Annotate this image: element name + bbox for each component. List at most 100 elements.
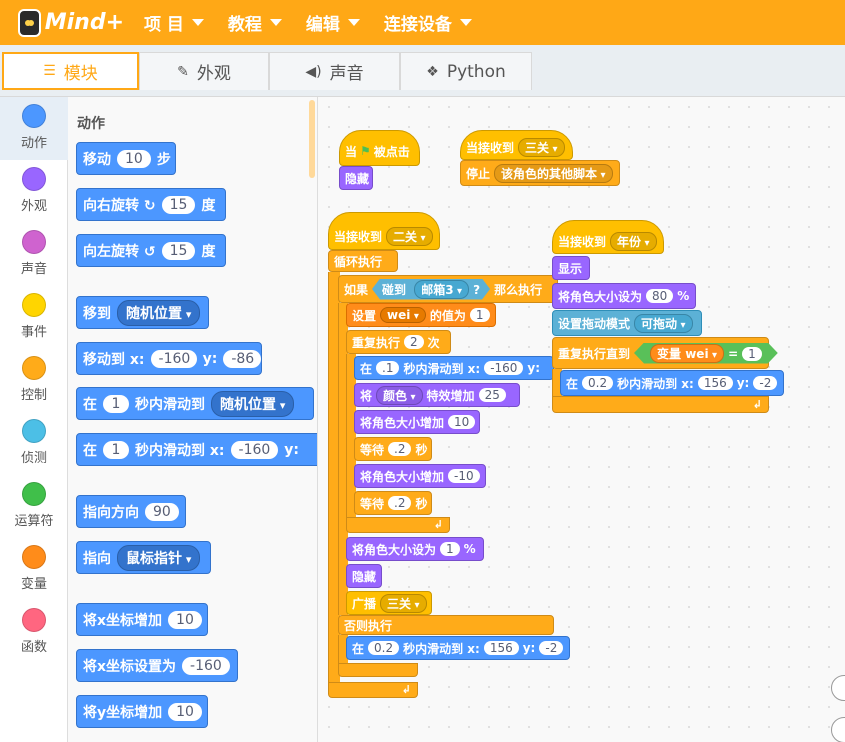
set-size-block[interactable]: 将角色大小设为 80% <box>552 283 696 309</box>
glide-to-xy-block[interactable]: 在 .1 秒内滑动到 x: -160 y: <box>354 356 554 380</box>
app-logo[interactable]: Mind+ <box>18 8 124 37</box>
value-input[interactable]: 1 <box>742 347 762 361</box>
menu-connect-device[interactable]: 连接设备 <box>384 10 472 35</box>
when-flag-clicked-block[interactable]: 当 ⚑ 被点击 <box>339 130 420 166</box>
category-events[interactable]: 事件 <box>0 286 68 349</box>
x-input[interactable]: 156 <box>483 641 519 655</box>
drag-mode-dropdown[interactable]: 可拖动 <box>634 313 693 333</box>
message-dropdown[interactable]: 三关 <box>380 593 427 613</box>
zoom-in-icon[interactable] <box>831 675 845 701</box>
seconds-input[interactable]: .1 <box>376 361 400 375</box>
value-input[interactable]: 1 <box>469 308 490 322</box>
degrees-input[interactable]: 15 <box>161 241 196 260</box>
if-else-block[interactable]: 如果碰到 邮箱3? 那么执行 <box>338 275 558 303</box>
seconds-input[interactable]: .2 <box>388 442 412 456</box>
block-change-x[interactable]: 将x坐标增加 10 <box>76 603 208 636</box>
change-size-block[interactable]: 将角色大小增加 10 <box>354 410 480 434</box>
script-workspace[interactable]: 当⚑被点击 隐藏 当接收到三关 停止该角色的其他脚本 当接收到二关 循环执行 ↲… <box>319 97 845 742</box>
value-input[interactable]: 10 <box>168 610 202 629</box>
stop-option-dropdown[interactable]: 该角色的其他脚本 <box>494 163 613 183</box>
seconds-input[interactable]: 0.2 <box>582 376 614 390</box>
message-dropdown[interactable]: 年份 <box>610 231 657 251</box>
change-effect-block[interactable]: 将颜色特效增加25 <box>354 383 520 407</box>
tab-python[interactable]: ❖ Python <box>400 52 532 90</box>
variable-dropdown[interactable]: wei <box>380 307 426 323</box>
category-control[interactable]: 控制 <box>0 349 68 412</box>
block-turn-right[interactable]: 向右旋转 ↻ 15 度 <box>76 188 226 221</box>
menu-project[interactable]: 项 目 <box>144 10 204 35</box>
variable-reporter[interactable]: 变量 wei <box>650 344 724 363</box>
degrees-input[interactable]: 15 <box>161 195 196 214</box>
category-looks[interactable]: 外观 <box>0 160 68 223</box>
seconds-input[interactable]: .2 <box>388 496 412 510</box>
block-point-direction[interactable]: 指向方向 90 <box>76 495 186 528</box>
change-size-block[interactable]: 将角色大小增加 -10 <box>354 464 486 488</box>
repeat-until-block[interactable]: 重复执行直到 变量 wei =1 <box>552 337 769 369</box>
set-drag-mode-block[interactable]: 设置拖动模式 可拖动 <box>552 310 702 336</box>
x-input[interactable]: -160 <box>230 440 279 459</box>
effect-dropdown[interactable]: 颜色 <box>376 385 423 405</box>
show-block[interactable]: 显示 <box>552 256 590 280</box>
equals-condition[interactable]: 变量 wei =1 <box>634 343 778 364</box>
category-motion[interactable]: 动作 <box>0 97 68 160</box>
target-dropdown[interactable]: 鼠标指针 <box>117 544 201 571</box>
touch-target-dropdown[interactable]: 邮箱3 <box>414 280 469 299</box>
set-size-block[interactable]: 将角色大小设为 1% <box>346 537 484 561</box>
menu-tutorial[interactable]: 教程 <box>228 10 282 35</box>
target-dropdown[interactable]: 随机位置 <box>211 390 295 417</box>
block-set-x[interactable]: 将x坐标设置为 -160 <box>76 649 238 682</box>
set-variable-block[interactable]: 设置wei的值为1 <box>346 303 496 327</box>
target-dropdown[interactable]: 随机位置 <box>117 299 201 326</box>
value-input[interactable]: 10 <box>448 415 476 429</box>
message-dropdown[interactable]: 三关 <box>518 137 565 157</box>
category-functions[interactable]: 函数 <box>0 601 68 664</box>
hide-block[interactable]: 隐藏 <box>346 564 382 588</box>
block-change-y[interactable]: 将y坐标增加 10 <box>76 695 208 728</box>
y-input[interactable]: -2 <box>539 641 564 655</box>
repeat-block[interactable]: 重复执行 2 次 <box>346 330 451 354</box>
when-receive-block[interactable]: 当接收到 年份 <box>552 220 664 254</box>
block-point-towards[interactable]: 指向 鼠标指针 <box>76 541 211 574</box>
x-input[interactable]: -160 <box>484 361 524 375</box>
direction-input[interactable]: 90 <box>145 502 179 521</box>
menu-edit[interactable]: 编辑 <box>306 10 360 35</box>
block-turn-left[interactable]: 向左旋转 ↺ 15 度 <box>76 234 226 267</box>
y-input[interactable]: -86 <box>223 349 261 368</box>
category-operators[interactable]: 运算符 <box>0 475 68 538</box>
wait-block[interactable]: 等待 .2 秒 <box>354 491 432 515</box>
when-receive-block[interactable]: 当接收到 三关 <box>460 130 573 160</box>
value-input[interactable]: 10 <box>168 702 202 721</box>
glide-to-xy-block[interactable]: 在 0.2 秒内滑动到 x: 156 y: -2 <box>346 636 570 660</box>
steps-input[interactable]: 10 <box>117 149 151 168</box>
value-input[interactable]: -10 <box>448 469 480 483</box>
category-sound[interactable]: 声音 <box>0 223 68 286</box>
value-input[interactable]: 1 <box>440 542 460 556</box>
seconds-input[interactable]: 0.2 <box>368 641 400 655</box>
value-input[interactable]: 80 <box>646 289 674 303</box>
x-input[interactable]: 156 <box>697 376 733 390</box>
seconds-input[interactable]: 1 <box>103 440 129 459</box>
y-input[interactable]: -2 <box>753 376 778 390</box>
stop-block[interactable]: 停止 该角色的其他脚本 <box>460 160 620 186</box>
tab-blocks[interactable]: ☰ 模块 <box>2 52 139 90</box>
forever-block[interactable]: 循环执行 <box>328 250 398 272</box>
zoom-out-icon[interactable] <box>831 717 845 742</box>
block-move-steps[interactable]: 移动 10 步 <box>76 142 176 175</box>
glide-to-xy-block[interactable]: 在 0.2 秒内滑动到 x: 156 y: -2 <box>560 370 784 396</box>
block-glide-to-xy[interactable]: 在 1 秒内滑动到 x: -160 y: <box>76 433 317 466</box>
when-receive-block[interactable]: 当接收到 二关 <box>328 212 440 250</box>
block-go-to-xy[interactable]: 移动到 x: -160 y: -86 <box>76 342 262 375</box>
block-glide-to[interactable]: 在 1 秒内滑动到 随机位置 <box>76 387 314 420</box>
touching-condition[interactable]: 碰到 邮箱3? <box>372 279 490 300</box>
message-dropdown[interactable]: 二关 <box>386 226 433 246</box>
value-input[interactable]: -160 <box>182 656 230 675</box>
category-variables[interactable]: 变量 <box>0 538 68 601</box>
broadcast-block[interactable]: 广播 三关 <box>346 591 432 615</box>
block-go-to[interactable]: 移到 随机位置 <box>76 296 209 329</box>
tab-costumes[interactable]: ✎ 外观 <box>139 52 269 90</box>
seconds-input[interactable]: 1 <box>103 394 129 413</box>
hide-block[interactable]: 隐藏 <box>339 166 373 190</box>
category-sensing[interactable]: 侦测 <box>0 412 68 475</box>
x-input[interactable]: -160 <box>150 349 197 368</box>
tab-sounds[interactable]: ◀) 声音 <box>269 52 400 90</box>
